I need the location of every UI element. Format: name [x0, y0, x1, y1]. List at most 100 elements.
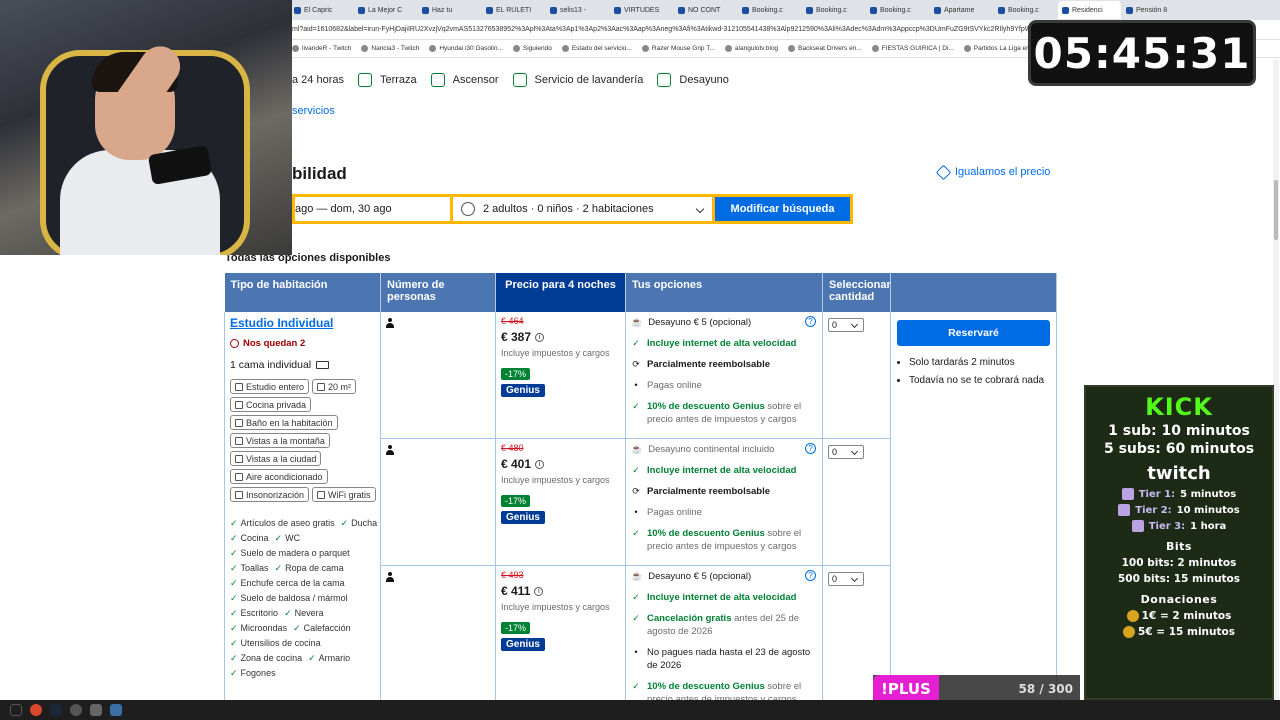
occupancy-field[interactable]: 2 adultos · 0 niños · 2 habitaciones	[450, 194, 715, 224]
price-match-link[interactable]: Igualamos el precio	[935, 164, 1050, 180]
price: € 411 i	[501, 584, 620, 598]
person-icon	[461, 202, 475, 216]
header-price[interactable]: Precio para 4 noches	[495, 273, 626, 312]
facility-icon	[317, 490, 326, 499]
options-cell: ? ☕ Desayuno € 5 (opcional) ✓ Incluye inte…	[625, 312, 823, 439]
options-cell: ? ☕ Desayuno € 5 (opcional) ✓ Incluye inte…	[625, 565, 823, 719]
amenity-elevator: Ascensor	[430, 73, 499, 87]
reserve-note: Solo tardarás 2 minutos	[909, 354, 1050, 372]
old-price: € 493	[501, 570, 524, 580]
browser-tab[interactable]: EL RULETI	[482, 1, 545, 19]
bits-heading: Bits	[1166, 540, 1192, 553]
coffee-icon	[657, 73, 672, 87]
browser-tab[interactable]: Haz tu	[418, 1, 481, 19]
subathon-timer: 05:45:31	[1028, 20, 1256, 86]
help-icon[interactable]: ?	[805, 443, 816, 454]
chrome-icon[interactable]	[30, 704, 42, 716]
browser-tab[interactable]: Booking.c	[802, 1, 865, 19]
info-icon[interactable]: i	[535, 332, 545, 342]
plus-count: 58 / 300	[1018, 682, 1074, 696]
payment-option: • No pagues nada hasta el 23 de agosto de…	[631, 646, 817, 672]
options-cell: ? ☕ Desayuno continental incluido ✓ Incluy…	[625, 438, 823, 566]
bookmark-item[interactable]: Partidos La Liga en...	[963, 45, 1035, 52]
room-amenity: ✓ Microondas	[230, 622, 288, 634]
reserve-button[interactable]: Reservaré	[897, 320, 1050, 346]
browser-tab[interactable]: Pensión 8	[1122, 1, 1185, 19]
browser-tab[interactable]: NO CONT	[674, 1, 737, 19]
elevator-icon	[430, 73, 445, 87]
rooms-table: Tipo de habitación Número de personas Pr…	[224, 273, 1057, 719]
room-amenity: ✓ Zona de cocina	[230, 652, 303, 664]
tier-row: Tier 3: 1 hora	[1086, 520, 1272, 532]
room-amenity: ✓ Ropa de cama	[274, 562, 344, 574]
bookmark-item[interactable]: Estado del servicio...	[561, 45, 632, 52]
bullet-icon: •	[634, 380, 638, 390]
help-icon[interactable]: ?	[805, 316, 816, 327]
browser-tab[interactable]: Apartame	[930, 1, 993, 19]
check-icon: ✓	[230, 592, 238, 603]
bookmark-item[interactable]: livandeR - Twitch	[292, 45, 351, 52]
bookmark-favicon-icon	[963, 45, 971, 52]
info-icon[interactable]: i	[535, 459, 545, 469]
price-cell: € 493 € 411 i Incluye impuestos y cargos …	[495, 565, 626, 719]
facility-badge: Insonorización	[230, 487, 310, 502]
browser-tab[interactable]: VIRTUDES	[610, 1, 673, 19]
check-icon: ✓	[632, 681, 640, 691]
tab-favicon-icon	[1126, 6, 1133, 14]
clock-icon	[230, 339, 239, 348]
reserve-cell: Reservaré Solo tardarás 2 minutos Todaví…	[890, 312, 1057, 719]
bookmark-item[interactable]: alangulotv.blog	[724, 45, 778, 52]
date-field[interactable]: ago — dom, 30 ago	[292, 194, 450, 224]
room-name-link[interactable]: Estudio Individual	[230, 316, 375, 330]
taxes-note: Incluye impuestos y cargos	[501, 602, 610, 612]
bookmark-item[interactable]: Nancla3 - Twitch	[361, 45, 419, 52]
browser-tab[interactable]: selis13 -	[546, 1, 609, 19]
breakfast-option: ☕ Desayuno continental incluido	[631, 444, 775, 455]
facility-badge: Aire acondicionado	[230, 469, 328, 484]
kick-rule: 1 sub: 10 minutos	[1108, 423, 1250, 439]
check-icon: ✓	[293, 622, 301, 633]
breakfast-option: ☕ Desayuno € 5 (opcional)	[631, 571, 752, 582]
reserve-notes: Solo tardarás 2 minutos Todavía no se te…	[897, 354, 1050, 390]
modify-search-button[interactable]: Modificar búsqueda	[715, 194, 853, 224]
bookmark-item[interactable]: Backseat Drivers en...	[788, 45, 862, 52]
room-amenity: ✓ Enchufe cerca de la cama	[230, 577, 345, 589]
room-amenity: ✓ WC	[274, 532, 301, 544]
windows-start-icon[interactable]	[10, 704, 22, 716]
check-icon: ✓	[230, 517, 238, 528]
quantity-select[interactable]: 0	[828, 445, 864, 459]
browser-tab[interactable]: Booking.c	[866, 1, 929, 19]
bookmark-item[interactable]: Razer Mouse Grip T...	[641, 45, 715, 52]
facility-badge: Estudio entero	[230, 379, 310, 394]
help-icon[interactable]: ?	[805, 570, 816, 581]
bookmark-item[interactable]: Hyundai i30 Gasolin...	[429, 45, 503, 52]
browser-tab[interactable]: Residenci	[1058, 1, 1121, 19]
browser-tab[interactable]: La Mejor C	[354, 1, 417, 19]
browser-tab[interactable]: Booking.c	[738, 1, 801, 19]
browser-tab[interactable]: Booking.c	[994, 1, 1057, 19]
steam-icon[interactable]	[50, 704, 62, 716]
room-amenity: ✓ Suelo de baldosa / mármol	[230, 592, 348, 604]
quantity-select[interactable]: 0	[828, 572, 864, 586]
scrollbar-thumb[interactable]	[1274, 180, 1278, 240]
settings-icon[interactable]	[90, 704, 102, 716]
payment-option: • Pagas online	[631, 506, 817, 519]
all-services-link[interactable]: servicios	[292, 105, 335, 117]
bookmark-favicon-icon	[429, 45, 437, 52]
room-amenity: ✓ Suelo de madera o parquet	[230, 547, 350, 559]
bookmark-item[interactable]: FIESTAS GUIRICA | Di...	[871, 45, 954, 52]
check-icon: ✓	[274, 532, 283, 543]
facility-badge: 20 m²	[312, 379, 357, 394]
check-icon: ✓	[230, 667, 238, 678]
quantity-select[interactable]: 0	[828, 318, 864, 332]
check-icon: ✓	[632, 401, 640, 411]
twitch-icon	[1118, 504, 1131, 516]
app-icon[interactable]	[110, 704, 122, 716]
browser-tab[interactable]: El Capric	[290, 1, 353, 19]
bookmark-item[interactable]: Siguiendo	[512, 45, 552, 52]
info-icon[interactable]: i	[534, 586, 544, 596]
check-icon: ✓	[230, 607, 238, 618]
discount-badge: -17%	[501, 368, 531, 380]
obs-icon[interactable]	[70, 704, 82, 716]
room-amenity: ✓ Armario	[308, 652, 351, 664]
